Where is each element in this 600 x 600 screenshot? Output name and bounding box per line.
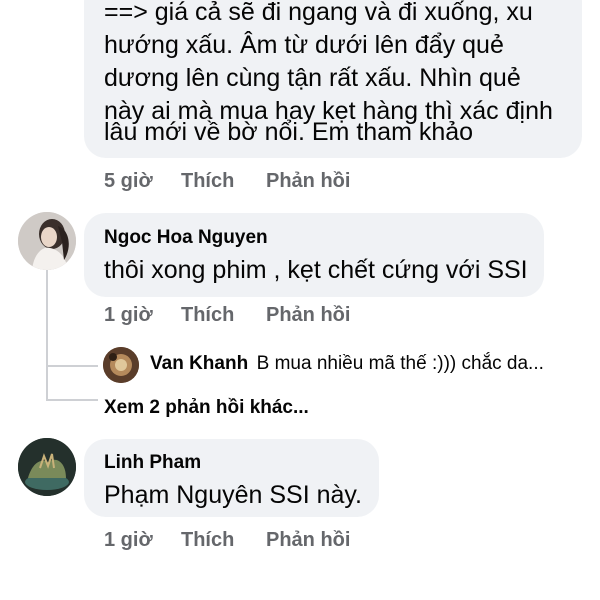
comment-author[interactable]: Linh Pham — [104, 452, 201, 474]
reply-button[interactable]: Phản hồi — [266, 170, 350, 193]
comment-text-line: lâu mới về bờ nổi. Em tham khảo — [104, 118, 474, 146]
avatar[interactable] — [18, 212, 76, 270]
avatar[interactable] — [18, 438, 76, 496]
like-button[interactable]: Thích — [181, 170, 234, 193]
avatar-photo-icon — [18, 212, 76, 270]
comment-text: thôi xong phim , kẹt chết cứng với SSI — [104, 256, 528, 284]
comment-bubble: Linh Pham Phạm Nguyên SSI này. — [84, 439, 379, 517]
reply-button[interactable]: Phản hồi — [266, 529, 350, 552]
reply-author[interactable]: Van Khanh — [150, 353, 248, 374]
view-more-replies-link[interactable]: Xem 2 phản hồi khác... — [104, 397, 309, 419]
avatar[interactable] — [103, 347, 139, 383]
thread-branch — [46, 365, 98, 367]
comment-time[interactable]: 1 giờ — [104, 304, 153, 327]
avatar-photo-icon — [18, 438, 76, 496]
reply-preview[interactable]: Van Khanh B mua nhiều mã thế :))) chắc d… — [150, 353, 590, 379]
comment-actions: 1 giờ Thích Phản hồi — [104, 529, 404, 555]
comment-time[interactable]: 5 giờ — [104, 170, 153, 193]
like-button[interactable]: Thích — [181, 529, 234, 552]
thread-branch — [46, 399, 98, 401]
comment-text-line: ==> giá cả sẽ đi ngang và đi xuống, xu — [104, 0, 533, 26]
comment-actions-top: 5 giờ Thích Phản hồi — [104, 170, 404, 196]
avatar-photo-icon — [103, 347, 139, 383]
reply-text: B mua nhiều mã thế :))) chắc da... — [256, 353, 544, 374]
thread-line — [46, 270, 48, 400]
comment-bubble: Ngoc Hoa Nguyen thôi xong phim , kẹt chế… — [84, 213, 544, 297]
comment-text: Phạm Nguyên SSI này. — [104, 481, 363, 509]
comment-actions: 1 giờ Thích Phản hồi — [104, 304, 404, 330]
comment-author[interactable]: Ngoc Hoa Nguyen — [104, 227, 268, 249]
comment-text-line: dương lên cùng tận rất xấu. Nhìn quẻ — [104, 64, 521, 92]
comment-text-line: hướng xấu. Âm từ dưới lên đẩy quẻ — [104, 31, 504, 59]
like-button[interactable]: Thích — [181, 304, 234, 327]
reply-button[interactable]: Phản hồi — [266, 304, 350, 327]
comment-time[interactable]: 1 giờ — [104, 529, 153, 552]
